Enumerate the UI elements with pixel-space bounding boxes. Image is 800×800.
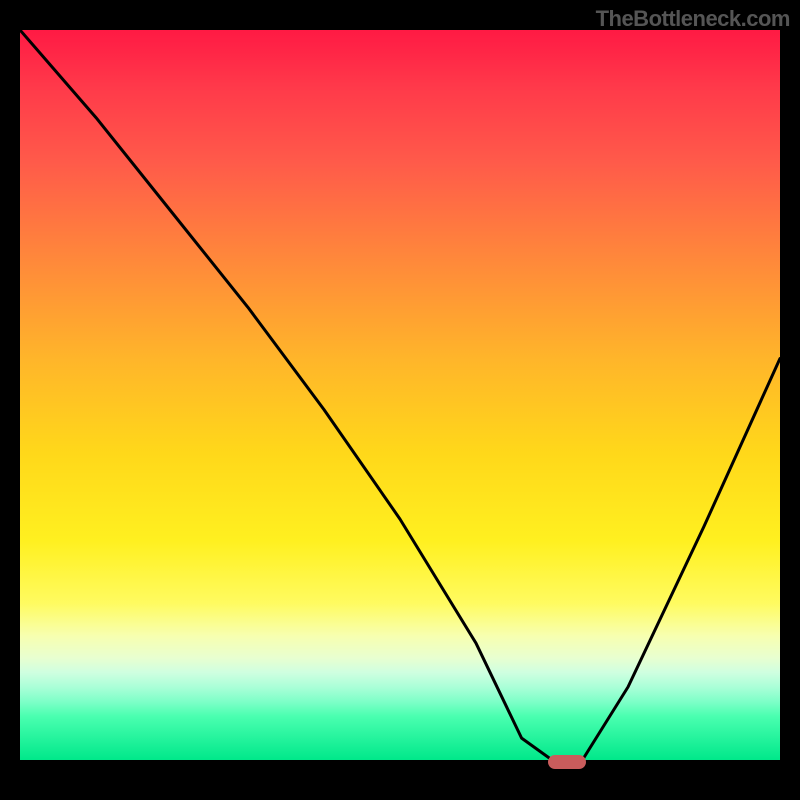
x-axis [20, 760, 780, 762]
plot-area [20, 30, 780, 780]
bottleneck-curve [20, 30, 780, 760]
watermark-text: TheBottleneck.com [596, 6, 790, 32]
chart-frame: TheBottleneck.com [0, 0, 800, 800]
optimal-marker [548, 755, 586, 769]
